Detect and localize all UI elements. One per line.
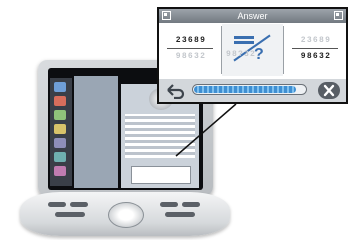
console-button[interactable] (70, 202, 88, 207)
tile-rule (167, 48, 213, 49)
console-button[interactable] (165, 212, 195, 217)
tile-bottom-number: 98632 (175, 52, 207, 61)
tile-top-number: 23689 (300, 36, 332, 45)
screen-list-column (74, 76, 118, 188)
screen-number-grid (125, 114, 195, 158)
tile-bottom-number: 98632 (300, 52, 332, 61)
console-button[interactable] (48, 202, 66, 207)
tile-top-number: 23689 (175, 36, 207, 45)
console-control-knob[interactable] (108, 202, 144, 228)
answer-titlebar: Answer (159, 9, 346, 23)
answer-tile-2[interactable]: 98?32 ? (222, 24, 283, 76)
tile-rule (292, 48, 338, 49)
screen-sidebar (50, 78, 72, 186)
answer-progress-bar (192, 84, 307, 95)
device-console (20, 192, 230, 236)
answer-panel: Answer 23689 98632 98?32 ? 23689 98632 (157, 7, 348, 104)
expand-corner-icon[interactable] (162, 11, 171, 20)
undo-arrow-icon[interactable] (164, 82, 186, 99)
screen-answer-strip (131, 166, 191, 184)
answer-title: Answer (237, 11, 268, 21)
progress-fill (194, 86, 296, 93)
clear-x-icon[interactable] (318, 82, 340, 99)
answer-tiles: 23689 98632 98?32 ? 23689 98632 (159, 24, 346, 76)
console-button[interactable] (55, 212, 85, 217)
answer-tile-1[interactable]: 23689 98632 (159, 24, 221, 76)
console-button[interactable] (182, 202, 200, 207)
answer-controls (159, 79, 346, 102)
question-mark-icon: ? (254, 46, 264, 63)
console-button[interactable] (160, 202, 178, 207)
tile-bottom-number: 98?32 (226, 50, 257, 59)
expand-corner-icon[interactable] (334, 11, 343, 20)
answer-tile-3[interactable]: 23689 98632 (284, 24, 346, 76)
